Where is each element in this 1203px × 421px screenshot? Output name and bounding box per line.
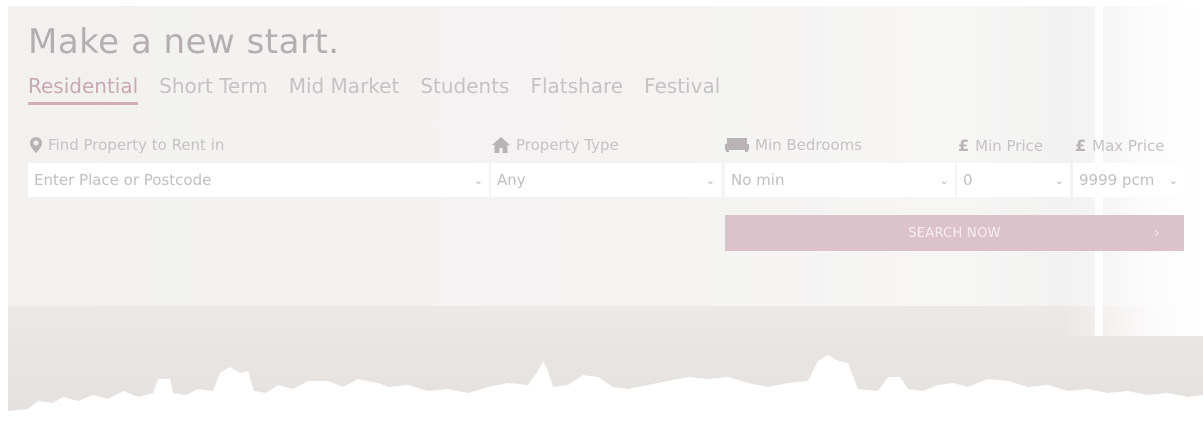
property-type-label-text: Property Type xyxy=(516,136,619,154)
chevron-down-icon: ⌄ xyxy=(1168,173,1178,187)
house-icon xyxy=(492,137,510,153)
max-price-label: £ Max Price xyxy=(1075,136,1165,155)
bedrooms-label: Min Bedrooms xyxy=(725,136,862,154)
chevron-down-icon: ⌄ xyxy=(705,173,715,187)
property-type-select[interactable]: Any ⌄ xyxy=(491,163,721,197)
min-price-label-text: Min Price xyxy=(975,136,1044,155)
chevron-down-icon: ⌄ xyxy=(939,173,949,187)
chevron-right-icon: › xyxy=(1154,225,1160,241)
city-skyline-graphic xyxy=(8,355,1203,421)
bedrooms-select[interactable]: No min ⌄ xyxy=(725,163,955,197)
chevron-down-icon: ⌄ xyxy=(473,173,483,187)
map-marker-icon xyxy=(30,137,42,153)
property-type-value: Any xyxy=(497,171,526,189)
bed-icon xyxy=(725,138,749,152)
max-price-select[interactable]: 9999 pcm ⌄ xyxy=(1073,163,1184,197)
location-label: Find Property to Rent in xyxy=(30,136,224,154)
chevron-down-icon: ⌄ xyxy=(1054,173,1064,187)
pound-icon: £ xyxy=(1075,136,1087,155)
bedrooms-label-text: Min Bedrooms xyxy=(755,136,863,154)
location-placeholder: Enter Place or Postcode xyxy=(34,171,212,189)
min-price-select[interactable]: 0 ⌄ xyxy=(957,163,1070,197)
bedrooms-value: No min xyxy=(731,171,785,189)
tab-mid-market[interactable]: Mid Market xyxy=(289,74,400,105)
search-now-button[interactable]: SEARCH NOW › xyxy=(725,215,1184,251)
pound-icon: £ xyxy=(958,136,970,155)
tab-students[interactable]: Students xyxy=(420,74,509,105)
property-type-label: Property Type xyxy=(492,136,619,154)
hero-banner xyxy=(8,6,1203,421)
tab-residential[interactable]: Residential xyxy=(28,74,139,105)
search-button-label: SEARCH NOW xyxy=(908,225,1001,241)
min-price-value: 0 xyxy=(963,171,973,189)
page-title: Make a new start. xyxy=(28,22,340,62)
location-input[interactable]: Enter Place or Postcode ⌄ xyxy=(28,163,489,197)
tab-short-term[interactable]: Short Term xyxy=(159,74,268,105)
min-price-label: £ Min Price xyxy=(958,136,1043,155)
tab-flatshare[interactable]: Flatshare xyxy=(530,74,623,105)
rental-category-tabs: Residential Short Term Mid Market Studen… xyxy=(28,74,741,105)
max-price-label-text: Max Price xyxy=(1092,136,1165,155)
tab-festival[interactable]: Festival xyxy=(644,74,720,105)
max-price-value: 9999 pcm xyxy=(1079,171,1155,189)
location-label-text: Find Property to Rent in xyxy=(48,136,225,154)
